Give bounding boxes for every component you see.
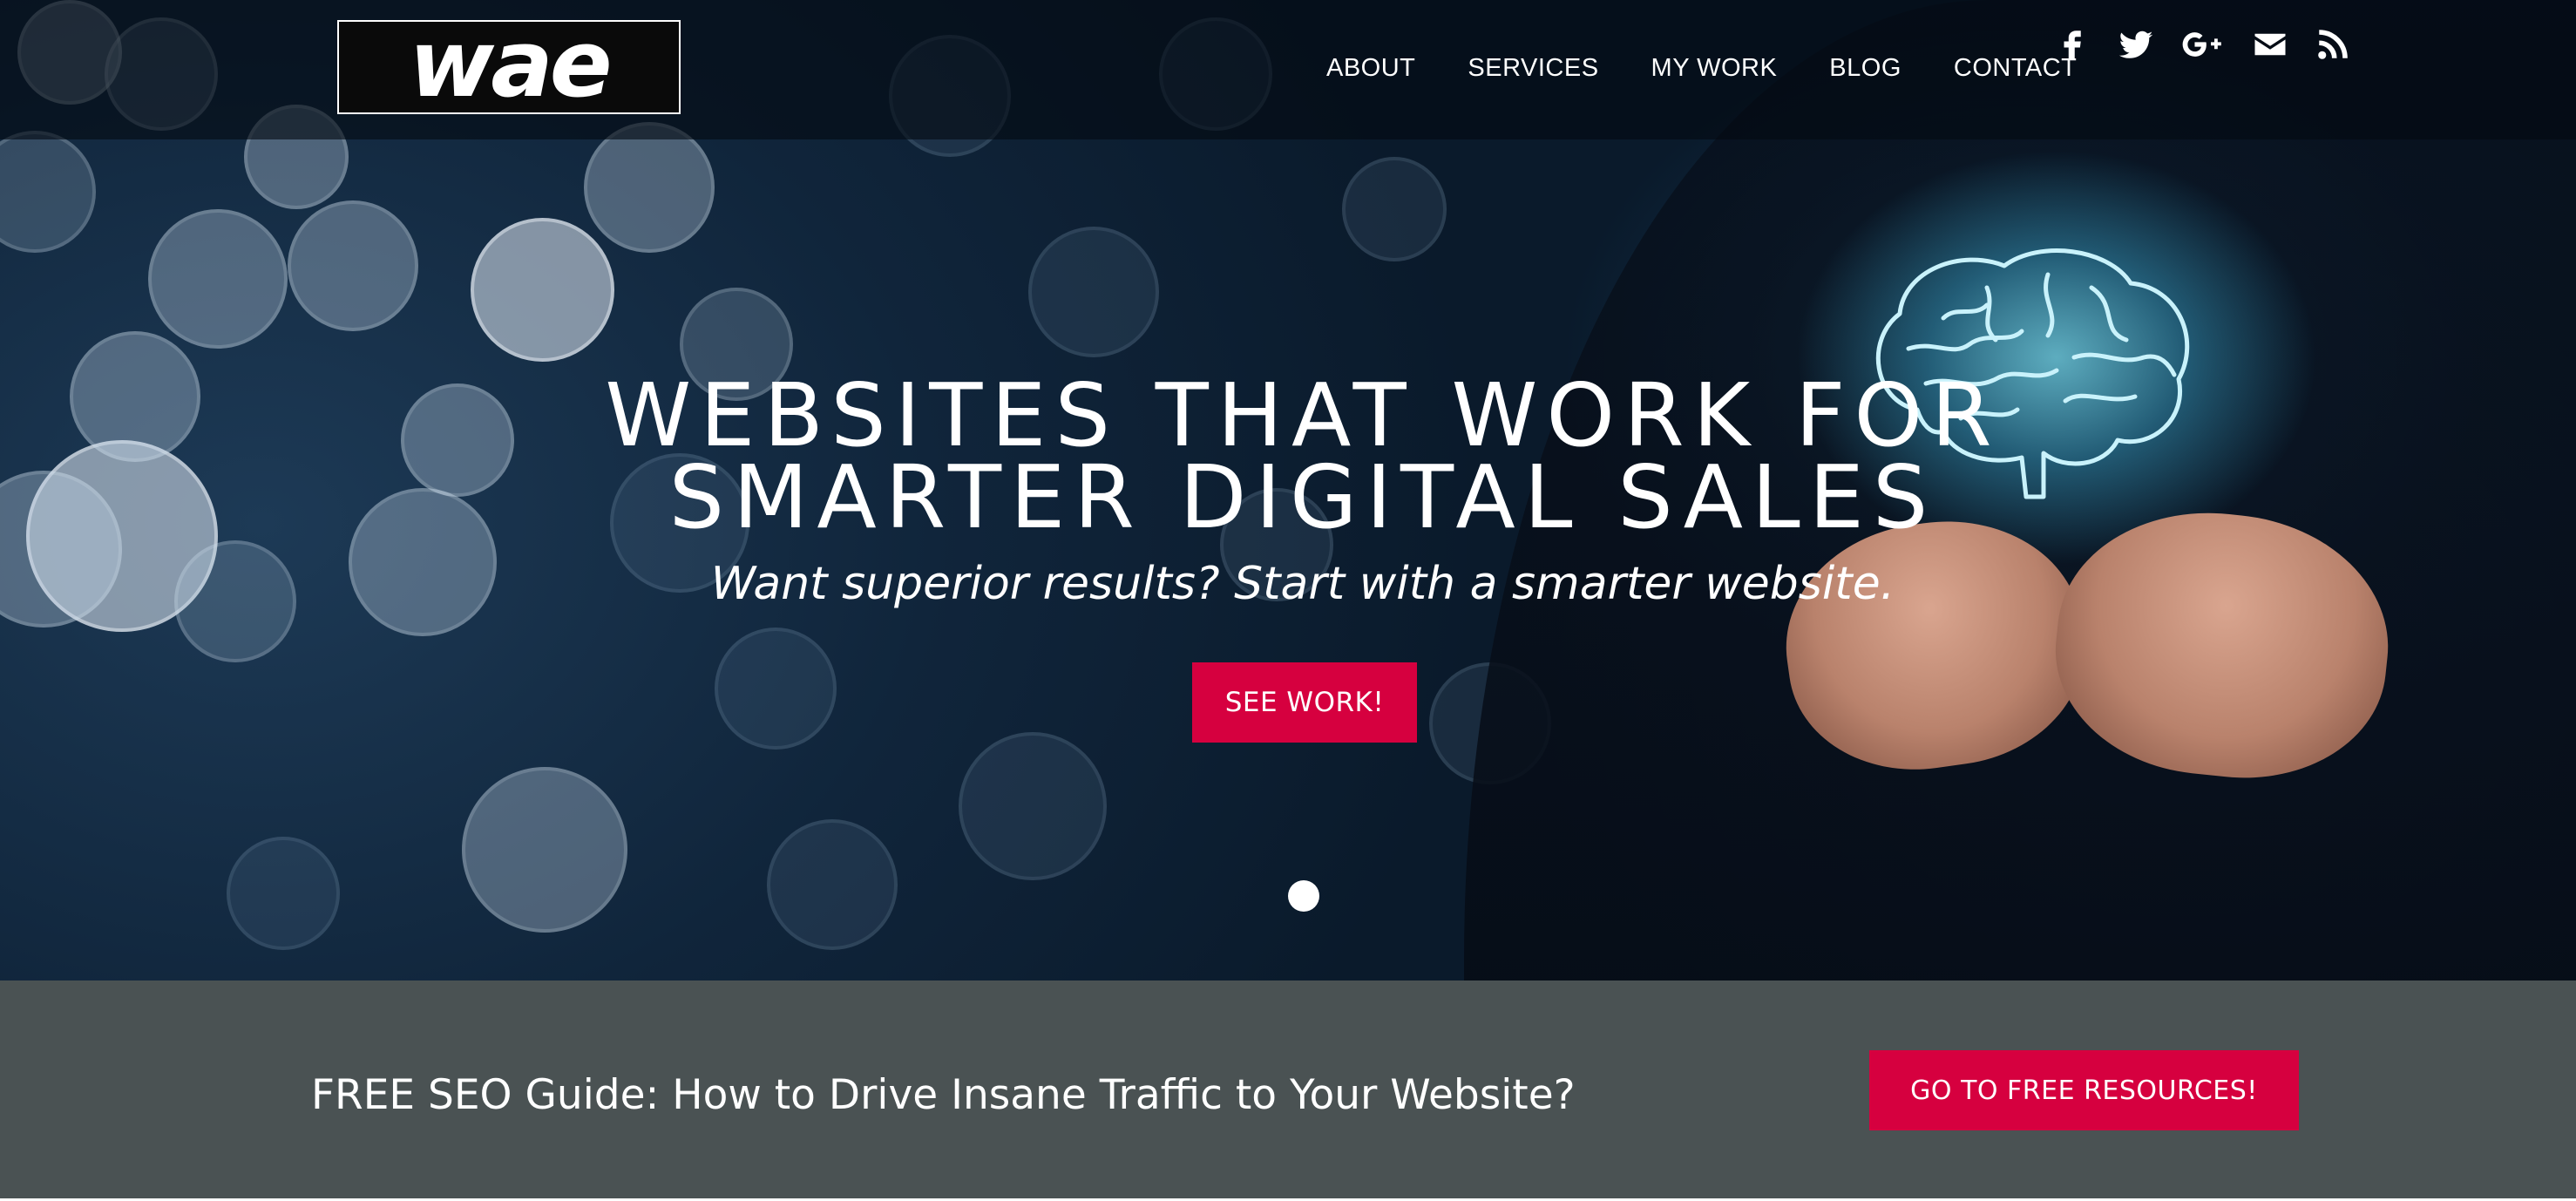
- svg-text:wae: wae: [409, 22, 609, 112]
- hero-title: WEBSITES THAT WORK FOR SMARTER DIGITAL S…: [0, 364, 2576, 548]
- hero-banner: WEBSITES THAT WORK FOR SMARTER DIGITAL S…: [0, 0, 2576, 980]
- nav-blog[interactable]: BLOG: [1829, 54, 1901, 83]
- hero-title-line-2: SMARTER DIGITAL SALES: [668, 446, 1937, 548]
- free-resources-button[interactable]: GO TO FREE RESOURCES!: [1869, 1050, 2299, 1130]
- slider-dot-active[interactable]: [1288, 880, 1319, 912]
- email-icon[interactable]: [2252, 26, 2288, 63]
- google-plus-icon[interactable]: [2180, 26, 2226, 63]
- bokeh-light: [227, 837, 340, 950]
- hero-title-line-1: WEBSITES THAT WORK FOR: [605, 364, 2001, 466]
- promo-bar: FREE SEO Guide: How to Drive Insane Traf…: [0, 980, 2576, 1201]
- bokeh-light: [767, 819, 898, 950]
- see-work-button[interactable]: SEE WORK!: [1192, 662, 1417, 743]
- facebook-icon[interactable]: [2055, 26, 2091, 63]
- bokeh-light: [584, 122, 715, 253]
- bokeh-light: [1028, 227, 1159, 357]
- main-nav: ABOUT SERVICES MY WORK BLOG CONTACT: [1326, 54, 2077, 83]
- social-links: [2055, 26, 2351, 63]
- logo-wae: wae: [409, 22, 612, 112]
- logo[interactable]: wae: [337, 20, 681, 114]
- bokeh-light: [462, 767, 627, 933]
- site-header: wae ABOUT SERVICES MY WORK BLOG CONTACT: [0, 0, 2576, 139]
- bokeh-light: [471, 218, 614, 362]
- nav-my-work[interactable]: MY WORK: [1651, 54, 1778, 83]
- hero-subtitle: Want superior results? Start with a smar…: [710, 558, 1895, 610]
- bokeh-light: [0, 131, 96, 253]
- twitter-icon[interactable]: [2118, 26, 2154, 63]
- bokeh-light: [148, 209, 288, 349]
- nav-services[interactable]: SERVICES: [1468, 54, 1598, 83]
- rss-icon[interactable]: [2315, 26, 2351, 63]
- bokeh-light: [288, 200, 418, 331]
- bokeh-light: [959, 732, 1107, 880]
- bokeh-light: [715, 628, 837, 750]
- bokeh-light: [1342, 157, 1447, 261]
- promo-text: FREE SEO Guide: How to Drive Insane Traf…: [311, 1071, 1576, 1119]
- nav-about[interactable]: ABOUT: [1326, 54, 1415, 83]
